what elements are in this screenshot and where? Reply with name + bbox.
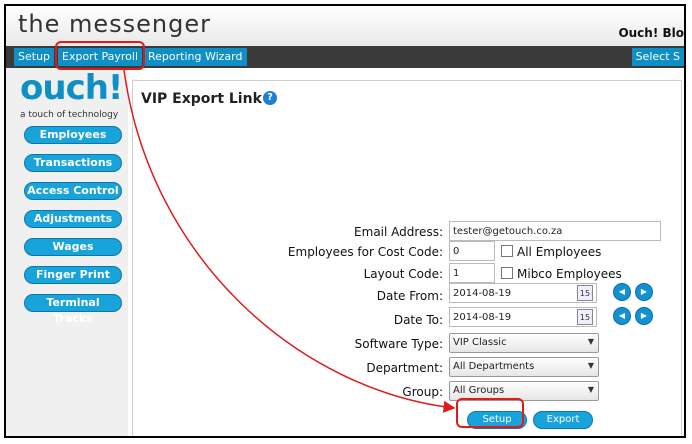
date-from-calendar-icon[interactable]: 15 <box>577 285 593 301</box>
ouch-logo: ouch! a touch of technology <box>20 68 123 120</box>
sidebar-item-employees[interactable]: Employees <box>24 126 122 144</box>
sidebar-item-access-control[interactable]: Access Control <box>24 182 122 200</box>
date-to-next-icon[interactable]: ▶ <box>635 307 653 325</box>
email-label: Email Address: <box>354 225 443 239</box>
page-title: VIP Export Link <box>141 91 262 107</box>
department-select[interactable]: All Departments ▼ <box>449 357 599 377</box>
sidebar-item-finger-print[interactable]: Finger Print <box>24 266 122 284</box>
nav-reporting-wizard[interactable]: Reporting Wizard <box>144 48 247 66</box>
department-label: Department: <box>366 361 443 375</box>
chevron-down-icon: ▼ <box>587 385 594 394</box>
layout-code-label: Layout Code: <box>363 267 443 281</box>
mibco-employees-checkbox[interactable] <box>501 267 513 279</box>
date-from-label: Date From: <box>376 289 443 303</box>
chevron-down-icon: ▼ <box>587 361 594 370</box>
nav-select[interactable]: Select S <box>631 48 684 66</box>
date-from-prev-icon[interactable]: ◀ <box>613 283 631 301</box>
date-from-field[interactable] <box>449 283 597 303</box>
date-from-next-icon[interactable]: ▶ <box>635 283 653 301</box>
department-value: All Departments <box>453 361 535 372</box>
software-type-select[interactable]: VIP Classic ▼ <box>449 333 599 353</box>
sidebar-item-terminal-tracks[interactable]: Terminal Tracks <box>24 294 122 325</box>
export-button[interactable]: Export <box>533 411 593 429</box>
all-employees-checkbox[interactable] <box>501 245 513 257</box>
chevron-down-icon: ▼ <box>587 337 594 346</box>
logo-tagline: a touch of technology <box>20 110 119 120</box>
cost-code-field[interactable] <box>449 241 495 261</box>
company-name: Ouch! Blo <box>618 26 684 40</box>
sidebar-item-adjustments[interactable]: Adjustments <box>24 210 122 228</box>
software-type-value: VIP Classic <box>453 337 507 348</box>
app-title: the messenger <box>18 10 212 38</box>
email-field[interactable] <box>449 221 661 241</box>
header: the messenger Ouch! Blo <box>6 6 684 46</box>
sidebar: ouch! a touch of technology Employees Tr… <box>6 68 128 436</box>
sidebar-item-transactions[interactable]: Transactions <box>24 154 122 172</box>
help-icon[interactable]: ? <box>263 91 277 105</box>
group-label: Group: <box>402 385 443 399</box>
software-type-label: Software Type: <box>354 337 443 351</box>
date-to-calendar-icon[interactable]: 15 <box>577 309 593 325</box>
date-to-field[interactable] <box>449 307 597 327</box>
export-payroll-highlight <box>55 41 145 70</box>
cost-code-label: Employees for Cost Code: <box>287 245 443 259</box>
date-to-prev-icon[interactable]: ◀ <box>613 307 631 325</box>
all-employees-label: All Employees <box>517 245 602 259</box>
setup-button-highlight <box>456 398 524 428</box>
nav-setup[interactable]: Setup <box>14 48 55 66</box>
main-content: VIP Export Link ? Email Address: Employe… <box>132 80 682 436</box>
group-value: All Groups <box>453 385 505 396</box>
logo-text: ouch! <box>20 68 123 108</box>
date-to-label: Date To: <box>393 313 443 327</box>
layout-code-field[interactable] <box>449 263 495 283</box>
mibco-employees-label: Mibco Employees <box>517 267 622 281</box>
sidebar-item-wages[interactable]: Wages <box>24 238 122 256</box>
